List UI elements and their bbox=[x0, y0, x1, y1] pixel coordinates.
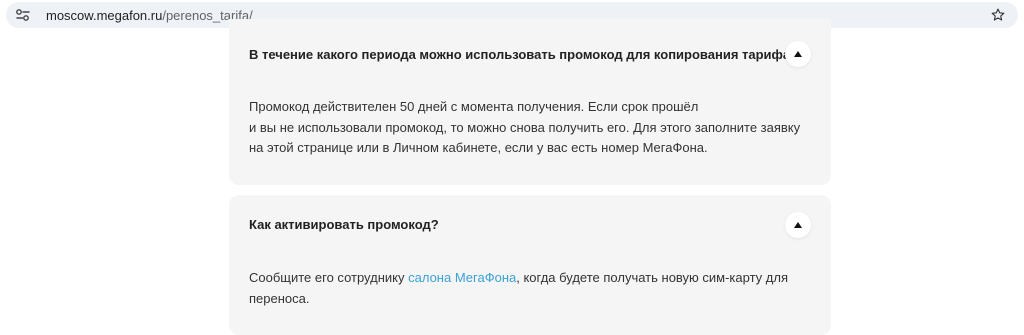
answer-line: Сообщите его сотруднику салона МегаФона,… bbox=[249, 268, 809, 289]
answer-text: , когда будете получать новую сим-карту … bbox=[516, 270, 788, 285]
chevron-up-icon bbox=[794, 51, 802, 57]
answer-line: на этой странице или в Личном кабинете, … bbox=[249, 140, 708, 155]
faq-item: В течение какого периода можно использов… bbox=[229, 19, 831, 185]
faq-question[interactable]: В течение какого периода можно использов… bbox=[249, 47, 798, 62]
tune-icon[interactable] bbox=[15, 8, 31, 22]
url-text[interactable]: moscow.megafon.ru/perenos_tarifa/ bbox=[46, 8, 253, 23]
collapse-button[interactable] bbox=[785, 41, 811, 67]
answer-line: переноса. bbox=[249, 290, 310, 306]
faq-answer: Промокод действителен 50 дней с момента … bbox=[249, 97, 809, 159]
answer-line: Промокод действителен 50 дней с момента … bbox=[249, 99, 699, 114]
salon-link[interactable]: салона МегаФона bbox=[408, 270, 516, 285]
answer-text: Сообщите его сотруднику bbox=[249, 270, 409, 285]
answer-line: и вы не использовали промокод, то можно … bbox=[249, 119, 801, 135]
star-outline-icon[interactable] bbox=[990, 7, 1006, 23]
faq-answer: Сообщите его сотруднику салона МегаФона,… bbox=[249, 268, 809, 309]
faq-item: Как активировать промокод? Сообщите его … bbox=[229, 195, 831, 335]
chevron-up-icon bbox=[794, 222, 802, 228]
url-host: moscow.megafon.ru bbox=[46, 8, 163, 23]
faq-question[interactable]: Как активировать промокод? bbox=[249, 217, 439, 232]
collapse-button[interactable] bbox=[785, 212, 811, 238]
